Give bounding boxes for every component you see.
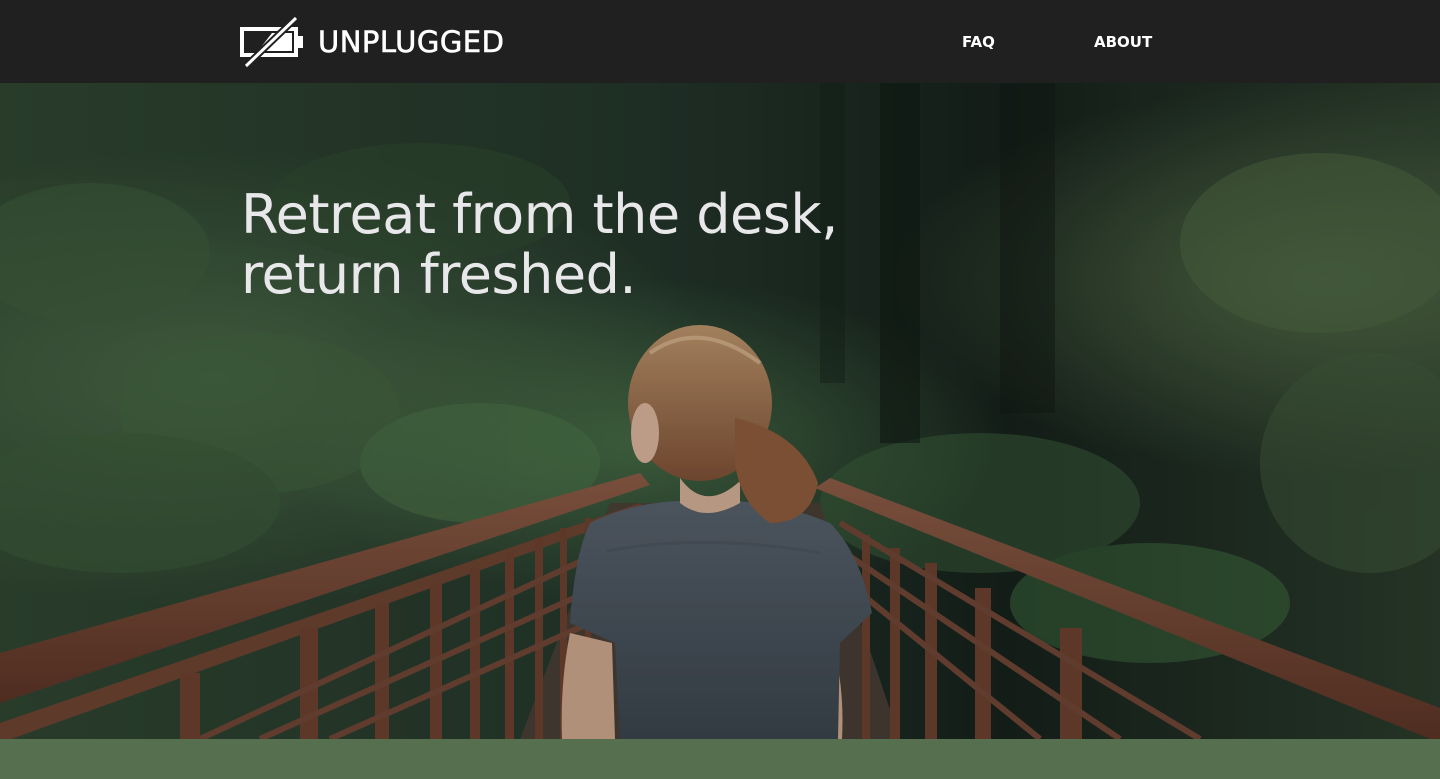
site-header: UNPLUGGED FAQ ABOUT xyxy=(0,0,1440,83)
section-divider-band xyxy=(0,739,1440,779)
hero-headline-line1: Retreat from the desk, xyxy=(241,183,838,246)
hero-photo xyxy=(0,83,1440,739)
nav-about-link[interactable]: ABOUT xyxy=(1094,33,1152,51)
logo-text: UNPLUGGED xyxy=(318,24,505,59)
hero-section: Retreat from the desk, return freshed. xyxy=(0,83,1440,739)
hero-headline-line2: return freshed. xyxy=(241,243,637,306)
hero-headline: Retreat from the desk, return freshed. xyxy=(241,185,1001,305)
unplugged-battery-icon xyxy=(240,16,303,68)
logo-link[interactable]: UNPLUGGED xyxy=(240,16,504,68)
nav-faq-link[interactable]: FAQ xyxy=(962,33,995,51)
